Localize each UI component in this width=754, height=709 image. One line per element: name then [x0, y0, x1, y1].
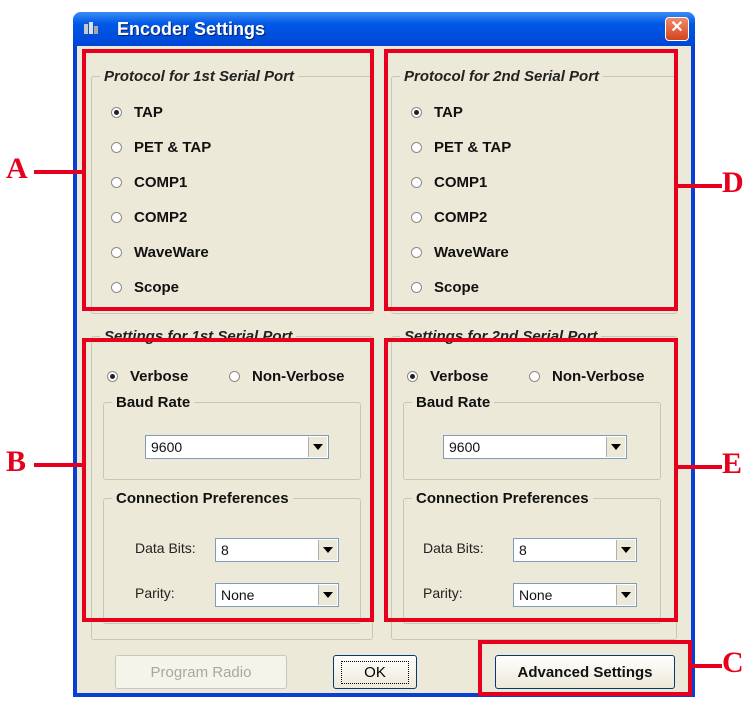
callout-line-a	[34, 170, 84, 174]
callout-label-b: B	[6, 445, 27, 478]
app-icon	[84, 22, 98, 34]
program-radio-button[interactable]: Program Radio	[115, 655, 287, 689]
window-title: Encoder Settings	[117, 19, 266, 39]
ok-label: OK	[341, 660, 409, 684]
highlight-box-e	[384, 338, 678, 622]
highlight-box-a	[82, 49, 374, 311]
callout-line-b	[34, 463, 84, 467]
highlight-box-d	[384, 49, 678, 311]
callout-line-d	[676, 184, 722, 188]
title-bar[interactable]: Encoder Settings ✕	[73, 12, 695, 46]
callout-label-c: C	[722, 646, 744, 679]
highlight-box-b	[82, 338, 374, 622]
close-button[interactable]: ✕	[665, 17, 689, 41]
callout-label-e: E	[722, 447, 743, 480]
callout-label-a: A	[6, 152, 28, 185]
ok-button[interactable]: OK	[333, 655, 417, 689]
close-icon: ✕	[670, 19, 684, 36]
callout-line-c	[690, 664, 722, 668]
callout-line-e	[676, 465, 722, 469]
callout-label-d: D	[722, 166, 744, 199]
highlight-box-c	[478, 640, 692, 696]
